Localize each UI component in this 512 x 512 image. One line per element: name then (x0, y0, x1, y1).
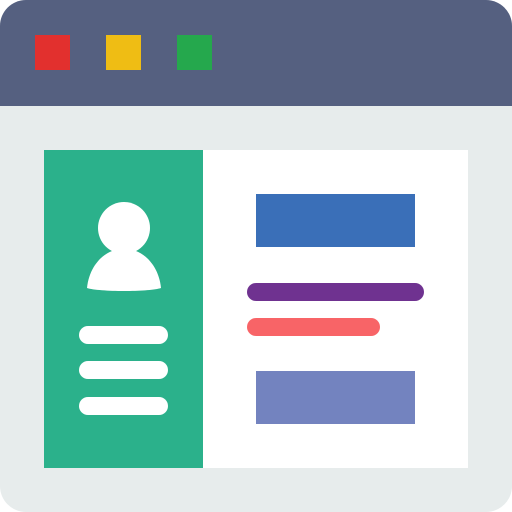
content-panel (203, 150, 468, 468)
profile-card (44, 150, 468, 468)
content-bar-long (247, 283, 424, 301)
close-button[interactable] (35, 35, 70, 70)
content-block-bottom (256, 371, 415, 424)
profile-text-line (79, 361, 168, 379)
profile-text-line (79, 326, 168, 344)
minimize-button[interactable] (106, 35, 141, 70)
avatar-body (87, 250, 161, 291)
profile-text-line (79, 397, 168, 415)
user-avatar-icon (87, 202, 161, 291)
maximize-button[interactable] (177, 35, 212, 70)
content-block-top (256, 194, 415, 247)
avatar-head (98, 202, 150, 254)
title-bar (0, 0, 512, 106)
browser-window (0, 0, 512, 512)
content-bar-short (247, 318, 380, 336)
profile-panel (44, 150, 203, 468)
